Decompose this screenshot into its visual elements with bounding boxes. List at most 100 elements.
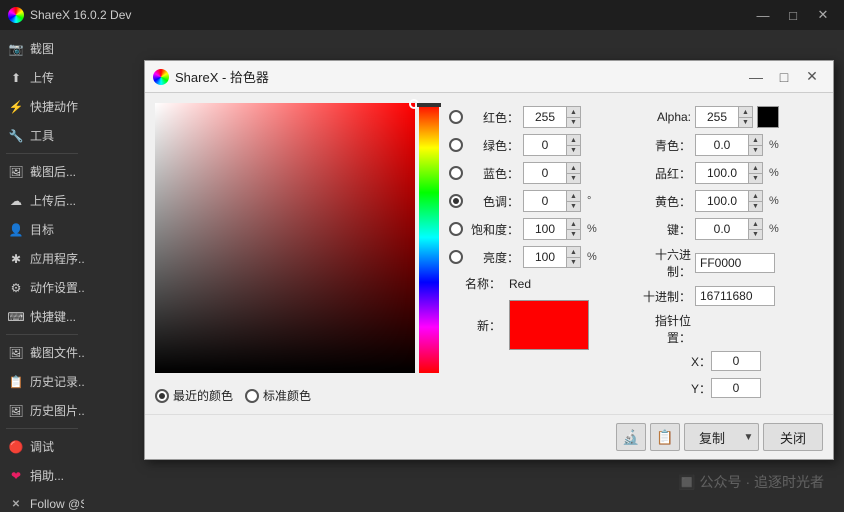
key-spin-down[interactable]: ▼	[748, 229, 762, 239]
sidebar-item-hotkey[interactable]: ⌨ 快捷键...	[0, 302, 84, 331]
close-dialog-btn[interactable]: 关闭	[763, 423, 823, 451]
name-row: 名称： Red	[449, 271, 633, 296]
alpha-input[interactable]	[696, 107, 738, 127]
fields-panel: 红色： ▲ ▼	[449, 103, 823, 404]
red-input[interactable]	[524, 107, 566, 127]
field-row-hex: 十六进制：	[639, 243, 823, 283]
yellow-spin-down[interactable]: ▼	[748, 201, 762, 211]
sidebar-item-follow[interactable]: ✕ Follow @ShareX...	[0, 490, 84, 512]
sidebar-item-upload[interactable]: ⬆ 上传	[0, 63, 84, 92]
magenta-spin-up[interactable]: ▲	[748, 163, 762, 173]
field-row-alpha: Alpha: ▲ ▼	[639, 103, 823, 131]
cyan-unit: %	[769, 139, 785, 151]
sidebar-label-quickaction: 快捷动作	[30, 98, 78, 115]
dialog-close-btn[interactable]: ✕	[799, 66, 825, 88]
yellow-input[interactable]	[696, 191, 748, 211]
blue-input[interactable]	[524, 163, 566, 183]
radio-saturation[interactable]	[449, 222, 463, 236]
sidebar-item-capfiles[interactable]: 🖼 截图文件...	[0, 338, 84, 367]
magenta-input[interactable]	[696, 163, 748, 183]
copy-dropdown-btn[interactable]: ▼	[739, 423, 759, 451]
radio-brightness[interactable]	[449, 250, 463, 264]
cyan-spin-down[interactable]: ▼	[748, 145, 762, 155]
radio-blue[interactable]	[449, 166, 463, 180]
sidebar-item-debug[interactable]: 🔴 调试	[0, 432, 84, 461]
cyan-spin-up[interactable]: ▲	[748, 135, 762, 145]
field-row-red: 红色： ▲ ▼	[449, 103, 633, 131]
hex-input[interactable]	[695, 253, 775, 273]
radio-standard[interactable]: 标准颜色	[245, 387, 311, 404]
green-input[interactable]	[524, 135, 566, 155]
sidebar-item-histimg[interactable]: 🖼 历史图片...	[0, 396, 84, 425]
main-close-btn[interactable]: ✕	[810, 5, 836, 25]
decimal-input[interactable]	[695, 286, 775, 306]
sidebar-item-aftercap[interactable]: 🖼 截图后...	[0, 157, 84, 186]
sidebar-item-quickaction[interactable]: ⚡ 快捷动作	[0, 92, 84, 121]
key-input[interactable]	[696, 219, 748, 239]
radio-standard-dot[interactable]	[245, 389, 259, 403]
sidebar-item-history[interactable]: 📋 历史记录...	[0, 367, 84, 396]
brightness-input-group: ▲ ▼	[523, 246, 581, 268]
field-row-saturation: 饱和度： ▲ ▼ %	[449, 215, 633, 243]
key-spinners: ▲ ▼	[748, 219, 762, 239]
radio-green[interactable]	[449, 138, 463, 152]
alpha-spin-up[interactable]: ▲	[738, 107, 752, 117]
copy-btn[interactable]: 复制	[684, 423, 739, 451]
radio-recent[interactable]: 最近的颜色	[155, 387, 233, 404]
blue-spin-down[interactable]: ▼	[566, 173, 580, 183]
magenta-spin-down[interactable]: ▼	[748, 173, 762, 183]
hue-spin-up[interactable]: ▲	[566, 191, 580, 201]
gradient-picker[interactable]	[155, 103, 415, 373]
dialog-minimize-btn[interactable]: —	[743, 66, 769, 88]
green-spin-up[interactable]: ▲	[566, 135, 580, 145]
radio-hue[interactable]	[449, 194, 463, 208]
saturation-input[interactable]	[524, 219, 566, 239]
sidebar-item-afterup[interactable]: ☁ 上传后...	[0, 186, 84, 215]
sidebar-item-app[interactable]: ✱ 应用程序...	[0, 244, 84, 273]
color-gradient-area: 最近的颜色 标准颜色	[155, 103, 439, 404]
y-input[interactable]	[711, 378, 761, 398]
hue-spin-down[interactable]: ▼	[566, 201, 580, 211]
saturation-spin-down[interactable]: ▼	[566, 229, 580, 239]
hue-slider[interactable]	[419, 103, 439, 373]
saturation-spin-up[interactable]: ▲	[566, 219, 580, 229]
green-spin-down[interactable]: ▼	[566, 145, 580, 155]
app-settings-icon: ✱	[8, 251, 24, 267]
red-label: 红色：	[467, 109, 519, 126]
sidebar-item-donate[interactable]: ❤ 捐助...	[0, 461, 84, 490]
dropdown-arrow-icon: ▼	[744, 432, 754, 443]
follow-icon: ✕	[8, 496, 24, 512]
main-minimize-btn[interactable]: —	[750, 5, 776, 25]
yellow-label: 黄色：	[639, 193, 691, 210]
cyan-input[interactable]	[696, 135, 748, 155]
alpha-spin-down[interactable]: ▼	[738, 117, 752, 127]
hue-input[interactable]	[524, 191, 566, 211]
sidebar-item-screenshot[interactable]: 📷 截图	[0, 34, 84, 63]
paste-btn[interactable]: 📋	[650, 423, 680, 451]
eyedropper-btn[interactable]: 🔬	[616, 423, 646, 451]
sidebar-item-target[interactable]: 👤 目标	[0, 215, 84, 244]
magenta-unit: %	[769, 167, 785, 179]
brightness-spin-up[interactable]: ▲	[566, 247, 580, 257]
brightness-spin-down[interactable]: ▼	[566, 257, 580, 267]
radio-recent-dot[interactable]	[155, 389, 169, 403]
blue-spin-up[interactable]: ▲	[566, 163, 580, 173]
yellow-spin-up[interactable]: ▲	[748, 191, 762, 201]
red-input-group: ▲ ▼	[523, 106, 581, 128]
brightness-input[interactable]	[524, 247, 566, 267]
main-maximize-btn[interactable]: □	[780, 5, 806, 25]
dialog-maximize-btn[interactable]: □	[771, 66, 797, 88]
key-spin-up[interactable]: ▲	[748, 219, 762, 229]
sidebar-item-tools[interactable]: 🔧 工具	[0, 121, 84, 150]
x-input[interactable]	[711, 351, 761, 371]
x-label: X：	[691, 353, 707, 370]
red-spin-up[interactable]: ▲	[566, 107, 580, 117]
sidebar-label-histimg: 历史图片...	[30, 402, 84, 419]
history-icon: 📋	[8, 374, 24, 390]
radio-red[interactable]	[449, 110, 463, 124]
red-spin-down[interactable]: ▼	[566, 117, 580, 127]
dialog-app-icon	[153, 69, 169, 85]
cursor-y-row: Y：	[691, 376, 823, 400]
dialog-title: ShareX - 拾色器	[175, 67, 737, 86]
sidebar-item-action[interactable]: ⚙ 动作设置...	[0, 273, 84, 302]
